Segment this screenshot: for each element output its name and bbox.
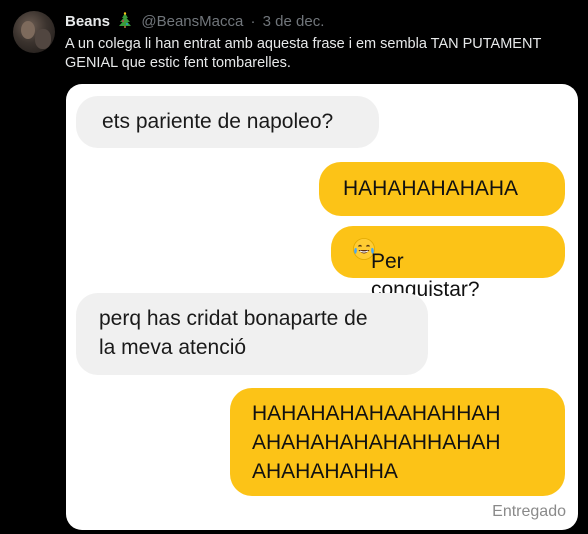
avatar[interactable] [13,11,55,53]
message-text-line: AHAHAHAHHA [252,460,398,483]
message-text: HAHAHAHAHAHA [343,177,519,200]
sent-message: HAHAHAHAHAAHAHHAH AHAHAHAHAHAHHAHAH AHAH… [230,388,565,496]
sent-message: Per conquistar? [331,226,565,301]
message-text-row: Per conquistar? [351,237,480,301]
delivery-status: Entregado [492,503,566,520]
separator-dot: · [250,13,256,30]
received-message: perq has cridat bonaparte de la meva ate… [76,293,428,375]
tweet: Beans @BeansMacca · 3 de dec. A un coleg… [0,0,588,534]
tweet-media-screenshot[interactable]: ets pariente de napoleo? HAHAHAHAHAHA Pe… [66,84,578,530]
author-handle[interactable]: @BeansMacca [141,13,243,30]
christmas-tree-icon [119,12,132,28]
message-text-line: AHAHAHAHAHAHHAHAH [252,431,501,454]
author-name[interactable]: Beans [65,13,110,30]
tweet-header: Beans @BeansMacca · 3 de dec. [65,12,324,32]
sent-message: HAHAHAHAHAHA [319,162,565,216]
received-message: ets pariente de napoleo? [76,96,379,148]
message-text: ets pariente de napoleo? [102,110,334,133]
tweet-text: A un colega li han entrat amb aquesta fr… [65,36,542,71]
message-text-line: HAHAHAHAHAAHAHHAH [252,402,501,425]
message-text-line: perq has cridat bonaparte de [99,307,368,330]
tweet-date[interactable]: 3 de dec. [263,13,325,30]
message-text-line: la meva atenció [99,336,247,359]
